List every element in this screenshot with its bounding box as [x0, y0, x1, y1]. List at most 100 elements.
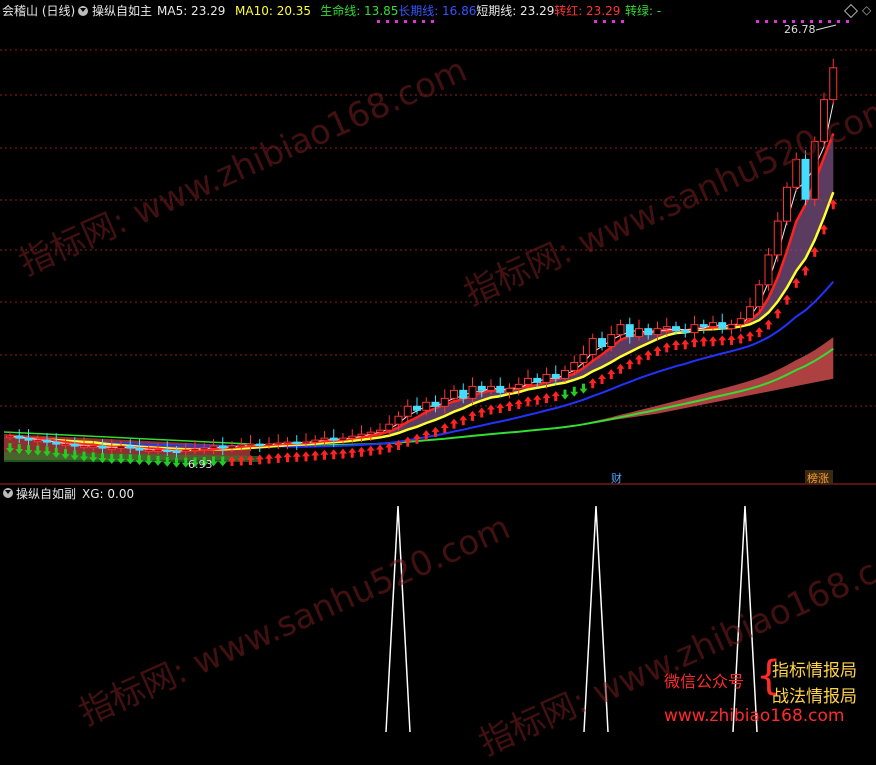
buy-arrow — [477, 407, 486, 418]
candle-body — [487, 385, 495, 391]
candle-body — [653, 328, 662, 336]
brand-2: 战法情报局 — [772, 687, 857, 707]
wechat-label: 微信公众号 — [664, 672, 745, 691]
buy-arrow — [311, 450, 320, 461]
candle-body — [107, 447, 116, 451]
buy-arrow — [607, 369, 616, 380]
sub-indicator-menu-icon[interactable] — [3, 488, 13, 498]
xg-spike — [732, 505, 758, 732]
top-marker-dot — [837, 20, 840, 23]
buy-arrow — [598, 374, 606, 385]
buy-arrow — [746, 331, 754, 342]
ma10-line — [9, 191, 835, 451]
top-marker-dot — [765, 20, 768, 23]
xg-spike — [385, 505, 411, 732]
candle-body — [172, 450, 181, 454]
top-marker-dot — [819, 20, 822, 23]
candle-body — [43, 439, 51, 443]
buy-arrow — [635, 354, 643, 365]
top-marker-dot — [621, 20, 624, 23]
buy-arrow — [514, 399, 523, 410]
buy-arrow — [764, 319, 773, 330]
candle-body — [61, 443, 70, 447]
buy-arrow — [440, 423, 449, 434]
candle-body — [366, 431, 375, 435]
candle-body — [144, 449, 153, 453]
top-marker-dot — [431, 20, 434, 23]
buy-arrow — [551, 391, 560, 402]
candle-body — [672, 326, 680, 332]
candle-body — [450, 389, 458, 399]
candle-body — [681, 330, 690, 334]
candle-body — [440, 397, 449, 407]
website-label[interactable]: www.zhibiao168.com — [664, 706, 844, 726]
buy-arrow — [459, 415, 468, 426]
brand-1: 指标情报局 — [772, 661, 857, 681]
candle-body — [514, 383, 523, 389]
top-marker-dot — [810, 20, 813, 23]
price-low-label: 6.93 — [188, 458, 213, 471]
candle-body — [357, 433, 366, 437]
buy-arrow — [265, 453, 273, 464]
sub-indicator-name[interactable]: 操纵自如副 — [16, 487, 76, 501]
candle-body — [431, 401, 440, 407]
candle-body — [117, 445, 125, 449]
buy-arrow — [727, 335, 736, 346]
candle-body — [24, 437, 33, 441]
top-marker-dot — [377, 20, 380, 23]
candle-body — [755, 284, 764, 308]
buy-arrow — [542, 393, 551, 404]
candle-body — [163, 449, 172, 453]
candle-body — [570, 361, 579, 371]
candle-body — [283, 441, 292, 445]
top-marker-dot — [404, 20, 407, 23]
kline-chart[interactable]: 26.78 6.93 财 榜涨 — [0, 0, 876, 732]
event-label-fin: 财 — [611, 471, 622, 485]
buy-arrow — [376, 444, 384, 455]
top-marker-dot — [413, 20, 416, 23]
top-marker-dot — [594, 20, 597, 23]
top-marker-dot — [783, 20, 786, 23]
candle-body — [15, 435, 24, 439]
candle-body — [801, 158, 810, 200]
buy-arrow — [709, 336, 717, 347]
buy-arrow — [672, 340, 680, 351]
candle-body — [810, 140, 819, 200]
candle-body — [690, 324, 699, 334]
buy-arrow — [718, 335, 727, 346]
buy-arrow — [792, 277, 801, 288]
candle-body — [228, 445, 236, 449]
candle-body — [625, 324, 634, 338]
candle-body — [709, 322, 717, 328]
buy-arrow — [736, 333, 745, 344]
candle-body — [292, 441, 301, 445]
candle-body — [773, 220, 782, 256]
buy-arrow — [496, 403, 505, 414]
candle-body — [209, 445, 218, 449]
candle-body — [588, 338, 597, 356]
buy-arrow — [644, 350, 653, 361]
life-line — [9, 347, 834, 448]
candle-body — [89, 445, 98, 449]
candle-body — [579, 354, 588, 363]
candle-body — [376, 429, 384, 433]
buy-arrow — [302, 451, 310, 462]
sell-arrow — [570, 386, 579, 397]
candle-body — [191, 448, 199, 452]
buy-arrow — [690, 337, 699, 348]
candle-body — [413, 405, 421, 411]
top-marker-dot — [792, 20, 795, 23]
candle-body — [339, 437, 347, 441]
candle-body — [764, 254, 773, 286]
buy-arrow — [625, 359, 634, 370]
candle-body — [783, 186, 791, 222]
candle-body — [80, 445, 88, 449]
top-marker-dot — [422, 20, 425, 23]
buy-arrow — [320, 449, 329, 460]
top-marker-dot — [386, 20, 389, 23]
buy-arrow — [755, 327, 764, 338]
candle-body — [237, 444, 246, 448]
candle-body — [607, 334, 616, 348]
buy-arrow — [357, 446, 366, 457]
top-marker-dot — [828, 20, 831, 23]
